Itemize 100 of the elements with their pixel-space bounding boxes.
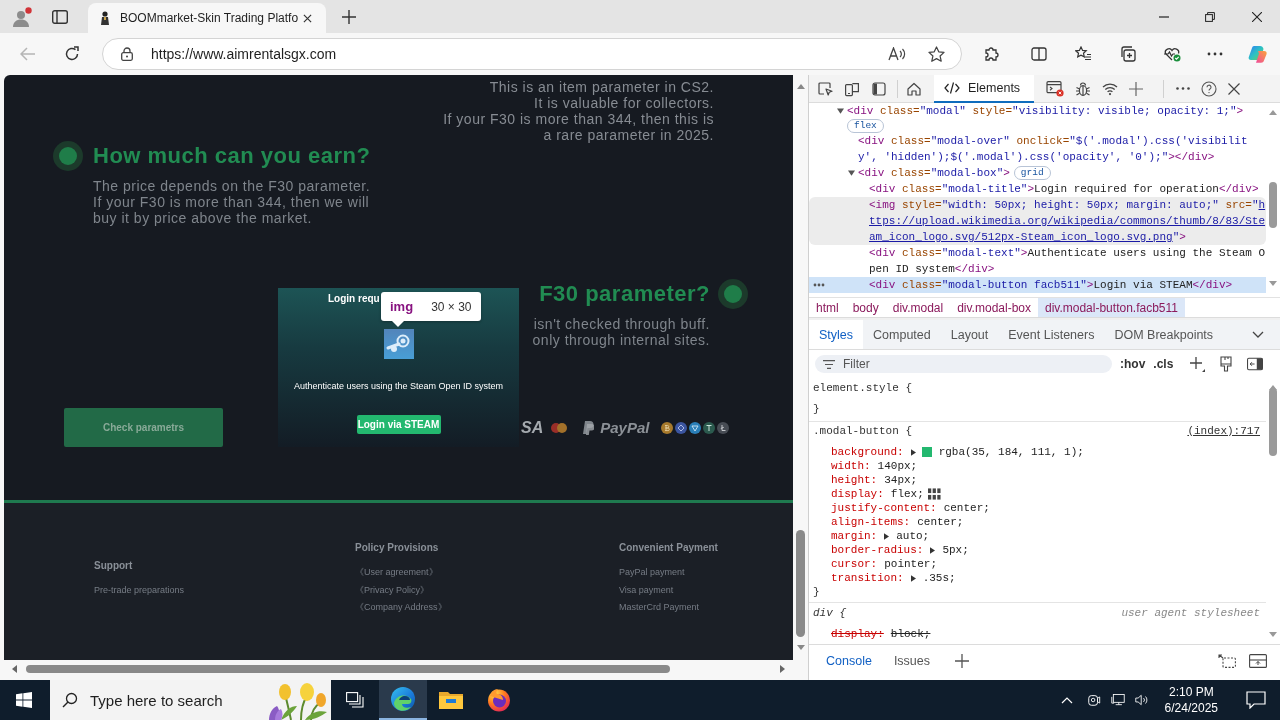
breadcrumb-item[interactable]: body	[845, 298, 886, 317]
help-icon[interactable]	[1201, 80, 1218, 97]
more-options-icon[interactable]	[1176, 87, 1191, 90]
breadcrumb-item[interactable]: div.modal	[885, 298, 951, 317]
inspect-element-icon[interactable]	[817, 80, 833, 97]
css-property-name[interactable]: transition:	[831, 571, 904, 585]
html-element-code[interactable]: <div class="modal-text">Authenticate users using the Steam Open ID system</div>	[869, 245, 1266, 277]
expanded-triangle-icon[interactable]	[837, 108, 844, 114]
panel-tab[interactable]: Computed	[863, 320, 941, 349]
html-element-code[interactable]: <div class="modal" style="visibility: visible; opacity: 1;">	[847, 103, 1244, 119]
close-tab-icon[interactable]	[303, 13, 312, 23]
windows-logo-icon[interactable]	[16, 692, 32, 708]
collections-icon[interactable]	[1120, 46, 1136, 62]
flex-editor-icon[interactable]	[927, 488, 941, 500]
favorite-star-icon[interactable]	[928, 46, 945, 62]
css-property-value[interactable]: auto;	[896, 529, 930, 543]
panel-tab[interactable]: Layout	[940, 320, 999, 349]
refresh-icon[interactable]	[64, 46, 80, 62]
breadcrumb-item[interactable]: div.modal-box	[950, 298, 1038, 317]
taskbar-app-button[interactable]	[379, 680, 427, 720]
css-property-value[interactable]: 140px;	[877, 459, 918, 473]
css-property-name[interactable]: background:	[831, 445, 904, 459]
html-element-code[interactable]: <div class="modal-over" onclick="$('.modal').css('visibility', 'hidden');$('.modal').css('opacity', '0');"></div>	[858, 133, 1266, 165]
css-property-value[interactable]: 5px;	[942, 543, 969, 557]
split-screen-icon[interactable]	[1031, 46, 1047, 62]
scroll-down-arrow-icon[interactable]	[1269, 281, 1277, 286]
volume-icon[interactable]	[1134, 693, 1149, 707]
footer-link[interactable]: 《Company Address》	[355, 599, 619, 617]
copilot-swirl-icon[interactable]	[1248, 45, 1268, 63]
layout-badge[interactable]: grid	[1013, 166, 1051, 180]
scrollbar-thumb[interactable]	[1269, 182, 1277, 228]
chevron-up-icon[interactable]	[1060, 696, 1073, 704]
tab-actions-icon[interactable]	[52, 9, 68, 24]
expand-triangle-icon[interactable]	[884, 532, 890, 540]
footer-link[interactable]: 《Privacy Policy》	[355, 581, 619, 600]
favorites-list-icon[interactable]	[1075, 46, 1091, 62]
css-property-value[interactable]: pointer;	[884, 557, 938, 571]
taskbar-clock[interactable]: 2:10 PM 6/24/2025	[1164, 684, 1218, 716]
bug-icon[interactable]	[1075, 80, 1092, 97]
device-toolbar-icon[interactable]	[844, 80, 860, 97]
css-property-name[interactable]: cursor:	[831, 557, 878, 571]
css-property-value[interactable]: rgba(35, 184, 111, 1);	[938, 445, 1084, 459]
restore-icon[interactable]	[1205, 11, 1215, 22]
scroll-right-arrow-icon[interactable]	[780, 664, 785, 673]
css-property-name[interactable]: width:	[831, 459, 871, 473]
css-property-name[interactable]: display:	[831, 627, 884, 641]
scrollbar-thumb[interactable]	[1269, 388, 1277, 456]
home-icon[interactable]	[906, 80, 922, 97]
read-aloud-icon[interactable]	[888, 47, 906, 61]
html-element-code[interactable]: <div class="modal-title">Login required for operation</div>	[869, 181, 1259, 197]
source-link[interactable]: (index):717	[1187, 424, 1260, 438]
css-property-name[interactable]: margin:	[831, 529, 878, 543]
html-element-code[interactable]: <div class="modal-button facb511">Login via STEAM</div>	[869, 277, 1233, 293]
network-icon[interactable]	[1110, 693, 1125, 707]
layout-badge[interactable]: flex	[847, 119, 884, 133]
more-dots-icon[interactable]	[813, 283, 825, 287]
lock-icon[interactable]	[121, 47, 133, 61]
css-property-value[interactable]: 34px;	[884, 473, 918, 487]
style-toggle-button[interactable]: .cls	[1153, 357, 1174, 371]
scroll-up-arrow-icon[interactable]	[1269, 110, 1277, 115]
css-property-value[interactable]: flex;	[890, 487, 924, 501]
css-property-name[interactable]: display:	[831, 487, 884, 501]
panel-tab[interactable]: Styles	[809, 320, 864, 349]
elements-tab[interactable]: Elements	[934, 74, 1035, 103]
css-property-value[interactable]: center;	[917, 515, 964, 529]
expand-triangle-icon[interactable]	[910, 574, 916, 582]
notification-icon[interactable]	[1246, 691, 1266, 709]
scrollbar-thumb[interactable]	[796, 530, 805, 637]
selected-node-highlight[interactable]: <div class="modal-button facb511">Login via STEAM</div>	[809, 277, 1266, 293]
dock-layout-icon[interactable]	[1218, 654, 1236, 668]
css-property-name[interactable]: height:	[831, 473, 878, 487]
puzzle-piece-icon[interactable]	[983, 46, 999, 62]
paint-brush-icon[interactable]	[1218, 356, 1235, 372]
footer-link[interactable]: Visa payment	[619, 581, 793, 600]
css-property-name[interactable]: border-radius:	[831, 543, 924, 557]
panel-tab[interactable]: DOM Breakpoints	[1104, 320, 1224, 349]
footer-link[interactable]: Pre-trade preparations	[94, 581, 355, 600]
css-property-value[interactable]: block;	[890, 627, 931, 641]
styles-filter-field[interactable]: Filter	[815, 355, 1112, 373]
scroll-up-arrow-icon[interactable]	[796, 84, 805, 89]
scroll-down-arrow-icon[interactable]	[1269, 632, 1277, 637]
minimize-icon[interactable]	[1159, 15, 1169, 18]
css-property-name[interactable]: justify-content:	[831, 501, 937, 515]
sidebar-panel-icon[interactable]	[871, 80, 887, 97]
footer-link[interactable]: 《User agreement》	[355, 564, 619, 582]
scroll-left-arrow-icon[interactable]	[12, 664, 17, 673]
footer-link[interactable]: PayPal payment	[619, 564, 793, 582]
expand-triangle-icon[interactable]	[910, 448, 916, 456]
breadcrumb-item[interactable]: html	[809, 298, 846, 317]
toggle-sidebar-icon[interactable]	[1247, 356, 1264, 372]
taskbar-search-field[interactable]: Type here to search	[50, 680, 331, 720]
scrollbar-thumb[interactable]	[26, 664, 670, 673]
css-property-value[interactable]: .35s;	[922, 571, 956, 585]
address-bar[interactable]: https://www.aimrentalsgx.com	[102, 38, 962, 70]
css-property-value[interactable]: center;	[943, 501, 990, 515]
more-options-icon[interactable]	[1207, 52, 1223, 56]
close-window-icon[interactable]	[1252, 11, 1262, 22]
chevron-down-icon[interactable]	[1252, 331, 1264, 338]
expanded-triangle-icon[interactable]	[848, 170, 855, 176]
scroll-down-arrow-icon[interactable]	[796, 645, 805, 650]
